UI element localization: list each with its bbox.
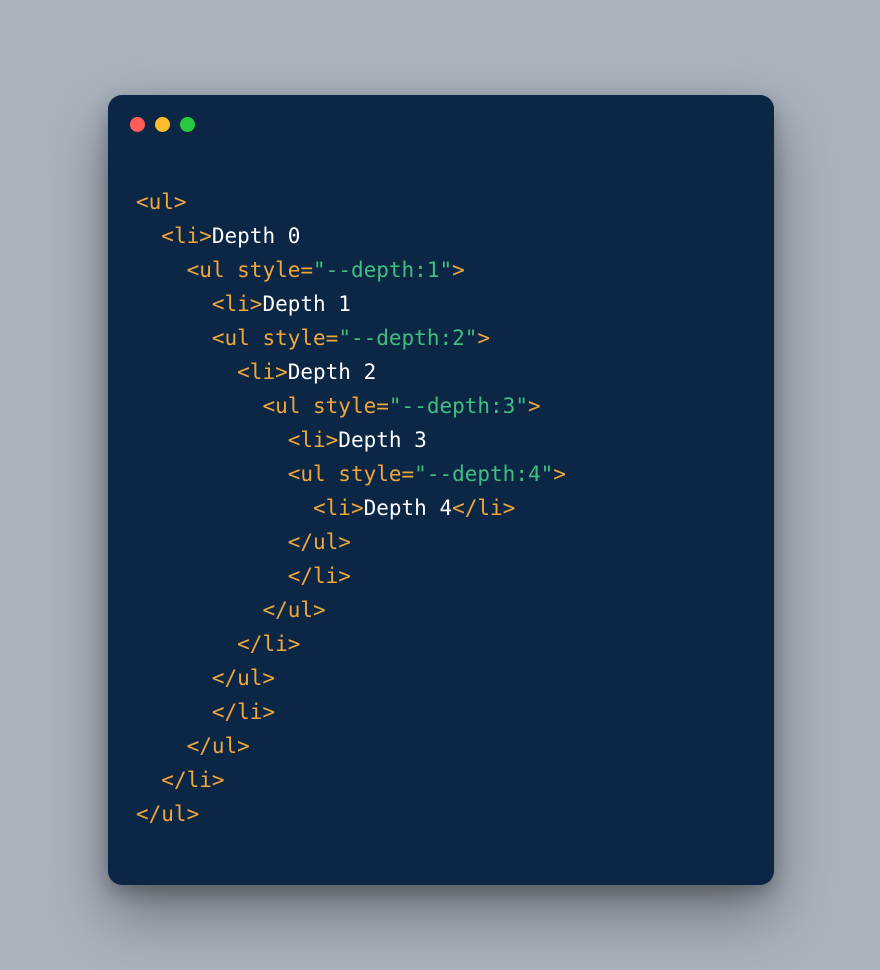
code-token-str: "--depth:3" — [389, 394, 528, 418]
code-token-tag: </ul> — [288, 530, 351, 554]
code-token-tag: <li> — [212, 292, 263, 316]
code-token-tag: <li> — [237, 360, 288, 384]
code-token-tag: </ul> — [136, 802, 199, 826]
code-token-tag: </li> — [452, 496, 515, 520]
code-token-attr: style — [338, 462, 401, 486]
code-token-attr: style — [237, 258, 300, 282]
code-line: <li>Depth 4</li> — [136, 491, 746, 525]
minimize-icon[interactable] — [155, 117, 170, 132]
code-line: <ul style="--depth:1"> — [136, 253, 746, 287]
code-token-tag: > — [528, 394, 541, 418]
code-token-tag: > — [477, 326, 490, 350]
code-token-text: Depth 0 — [212, 224, 301, 248]
code-token-tag: </ul> — [262, 598, 325, 622]
code-token-tag: <ul — [262, 394, 313, 418]
code-token-tag: <ul — [187, 258, 238, 282]
code-token-text: Depth 3 — [338, 428, 427, 452]
code-token-tag: = — [300, 258, 313, 282]
code-token-tag: <li> — [313, 496, 364, 520]
code-token-tag: <li> — [161, 224, 212, 248]
code-token-str: "--depth:4" — [414, 462, 553, 486]
stage: <ul> <li>Depth 0 <ul style="--depth:1"> … — [0, 0, 880, 970]
code-line: </ul> — [136, 593, 746, 627]
code-token-text: Depth 4 — [364, 496, 453, 520]
code-line: </li> — [136, 627, 746, 661]
code-token-tag: <ul> — [136, 190, 187, 214]
code-line: </ul> — [136, 797, 746, 831]
code-token-attr: style — [262, 326, 325, 350]
code-token-tag: </li> — [161, 768, 224, 792]
code-line: </li> — [136, 763, 746, 797]
close-icon[interactable] — [130, 117, 145, 132]
code-line: <li>Depth 1 — [136, 287, 746, 321]
code-token-attr: style — [313, 394, 376, 418]
code-block: <ul> <li>Depth 0 <ul style="--depth:1"> … — [136, 185, 746, 831]
code-token-tag: > — [452, 258, 465, 282]
window-traffic-lights — [130, 117, 195, 132]
code-token-tag: > — [553, 462, 566, 486]
code-token-tag: <ul — [212, 326, 263, 350]
code-token-tag: </ul> — [212, 666, 275, 690]
code-token-tag: </ul> — [187, 734, 250, 758]
code-token-str: "--depth:2" — [338, 326, 477, 350]
code-token-tag: <li> — [288, 428, 339, 452]
code-window: <ul> <li>Depth 0 <ul style="--depth:1"> … — [108, 95, 774, 885]
code-line: </li> — [136, 559, 746, 593]
zoom-icon[interactable] — [180, 117, 195, 132]
code-token-tag: = — [376, 394, 389, 418]
code-token-tag: <ul — [288, 462, 339, 486]
code-token-tag: = — [402, 462, 415, 486]
code-line: <li>Depth 2 — [136, 355, 746, 389]
code-line: </ul> — [136, 525, 746, 559]
code-token-tag: </li> — [212, 700, 275, 724]
code-line: <ul style="--depth:2"> — [136, 321, 746, 355]
code-token-str: "--depth:1" — [313, 258, 452, 282]
code-token-tag: </li> — [237, 632, 300, 656]
code-line: <ul style="--depth:4"> — [136, 457, 746, 491]
code-line: <li>Depth 3 — [136, 423, 746, 457]
code-line: <ul> — [136, 185, 746, 219]
code-token-tag: </li> — [288, 564, 351, 588]
code-token-text: Depth 2 — [288, 360, 377, 384]
code-token-tag: = — [326, 326, 339, 350]
code-line: </ul> — [136, 661, 746, 695]
code-line: </li> — [136, 695, 746, 729]
code-line: <li>Depth 0 — [136, 219, 746, 253]
code-token-text: Depth 1 — [262, 292, 351, 316]
code-line: </ul> — [136, 729, 746, 763]
code-line: <ul style="--depth:3"> — [136, 389, 746, 423]
